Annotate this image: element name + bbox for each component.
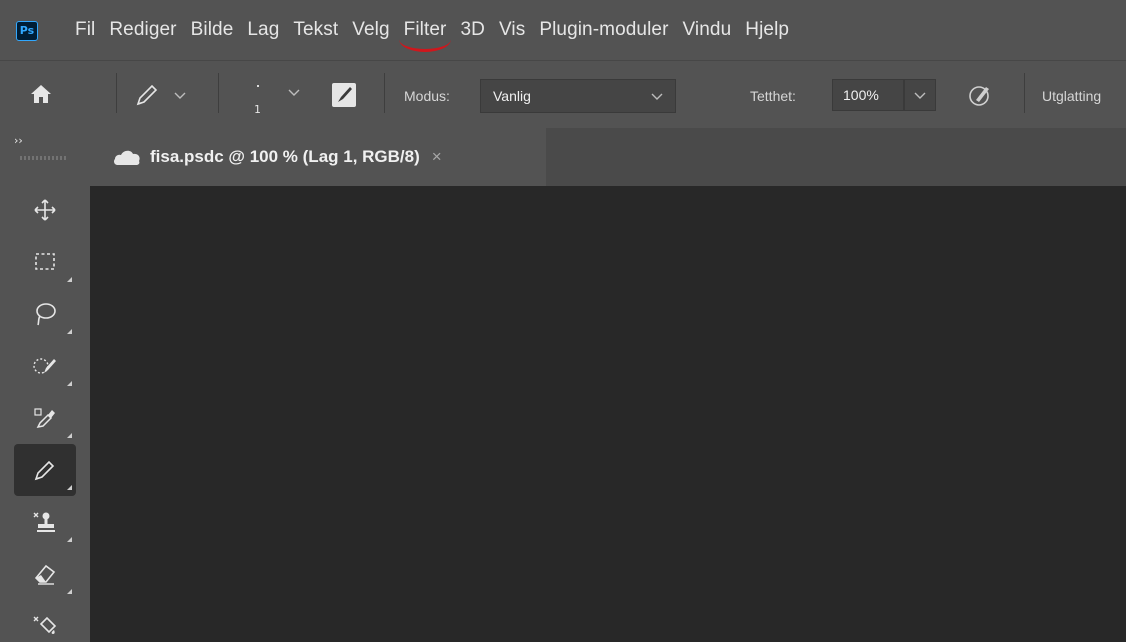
pencil-icon	[34, 460, 55, 481]
menu-bar: Ps Fil Rediger Bilde Lag Tekst Velg Filt…	[0, 0, 1126, 60]
brush-tip-preview	[257, 85, 259, 87]
clone-stamp-tool[interactable]	[14, 496, 76, 548]
chevron-down-icon	[174, 92, 186, 99]
move-icon	[34, 199, 56, 221]
quick-selection-tool[interactable]	[14, 340, 76, 392]
tool-preset-picker[interactable]	[132, 77, 210, 113]
home-button[interactable]	[14, 75, 68, 113]
pressure-opacity-button[interactable]	[962, 77, 998, 113]
home-icon	[31, 85, 51, 103]
tool-group-indicator	[67, 537, 72, 542]
document-title: fisa.psdc @ 100 % (Lag 1, RGB/8)	[150, 147, 420, 166]
tool-group-indicator	[67, 329, 72, 334]
menu-items: Fil Rediger Bilde Lag Tekst Velg Filter …	[68, 0, 796, 60]
eraser-icon	[34, 564, 56, 585]
lasso-tool[interactable]	[14, 288, 76, 340]
modus-label: Modus:	[404, 88, 450, 104]
lasso-icon	[36, 303, 56, 326]
tool-group-indicator	[67, 589, 72, 594]
document-tab[interactable]: fisa.psdc @ 100 % (Lag 1, RGB/8) ×	[90, 128, 546, 186]
pencil-icon	[136, 84, 158, 106]
chevron-down-icon	[651, 93, 663, 100]
marquee-tool[interactable]	[14, 236, 76, 288]
utglatting-label: Utglatting	[1042, 88, 1102, 104]
eraser-tool[interactable]	[14, 548, 76, 600]
canvas-area[interactable]	[90, 186, 1126, 642]
cloud-document-icon	[114, 150, 140, 165]
move-tool[interactable]	[14, 184, 76, 236]
menu-item-lag[interactable]: Lag	[240, 19, 286, 41]
toolbar	[14, 184, 76, 642]
document-tab-bar: fisa.psdc @ 100 % (Lag 1, RGB/8) ×	[90, 128, 1126, 186]
tool-group-indicator	[67, 433, 72, 438]
menu-item-vis[interactable]: Vis	[492, 19, 532, 41]
photoshop-logo-icon: Ps	[16, 21, 38, 41]
menu-item-plugin-moduler[interactable]: Plugin-moduler	[532, 19, 675, 41]
tool-group-indicator	[67, 485, 72, 490]
paint-bucket-tool[interactable]	[14, 600, 76, 642]
separator	[1024, 73, 1025, 113]
menu-item-hjelp[interactable]: Hjelp	[738, 19, 796, 41]
separator	[116, 73, 117, 113]
eyedropper-tool[interactable]	[14, 392, 76, 444]
brush-settings-button[interactable]	[332, 83, 356, 107]
menu-item-3d[interactable]: 3D	[453, 19, 492, 41]
menu-item-fil[interactable]: Fil	[68, 19, 102, 41]
clone-stamp-icon	[33, 512, 55, 532]
pen-pressure-icon	[969, 86, 989, 106]
opacity-input[interactable]: 100%	[832, 79, 904, 111]
collapse-panel-button[interactable]: ››	[14, 134, 23, 147]
menu-item-bilde[interactable]: Bilde	[184, 19, 241, 41]
panel-grip[interactable]	[20, 156, 66, 160]
blend-mode-select[interactable]: Vanlig	[480, 79, 676, 113]
pencil-tool[interactable]	[14, 444, 76, 496]
menu-item-filter[interactable]: Filter	[397, 19, 454, 52]
brush-preset-picker[interactable]	[236, 77, 312, 117]
quick-selection-icon	[33, 358, 56, 374]
close-tab-icon[interactable]: ×	[432, 147, 442, 167]
separator	[218, 73, 219, 113]
brush-size-value: 1	[254, 103, 261, 116]
opacity-dropdown-button[interactable]	[904, 79, 936, 111]
menu-item-velg[interactable]: Velg	[345, 19, 396, 41]
menu-item-rediger[interactable]: Rediger	[102, 19, 183, 41]
tool-group-indicator	[67, 277, 72, 282]
options-bar: 1 Modus: Vanlig Tetthet: 100% Utglatting	[0, 60, 1126, 128]
blend-mode-value: Vanlig	[493, 88, 531, 104]
menu-item-vindu[interactable]: Vindu	[676, 19, 739, 41]
tool-group-indicator	[67, 381, 72, 386]
rect-marquee-icon	[35, 253, 55, 270]
separator	[384, 73, 385, 113]
brush-panel-icon	[338, 87, 352, 102]
chevron-down-icon[interactable]	[286, 87, 302, 97]
tetthet-label: Tetthet:	[750, 88, 796, 104]
eyedropper-icon	[34, 408, 55, 429]
paint-bucket-icon	[33, 616, 57, 634]
chevron-down-icon	[914, 92, 926, 99]
menu-item-tekst[interactable]: Tekst	[286, 19, 345, 41]
